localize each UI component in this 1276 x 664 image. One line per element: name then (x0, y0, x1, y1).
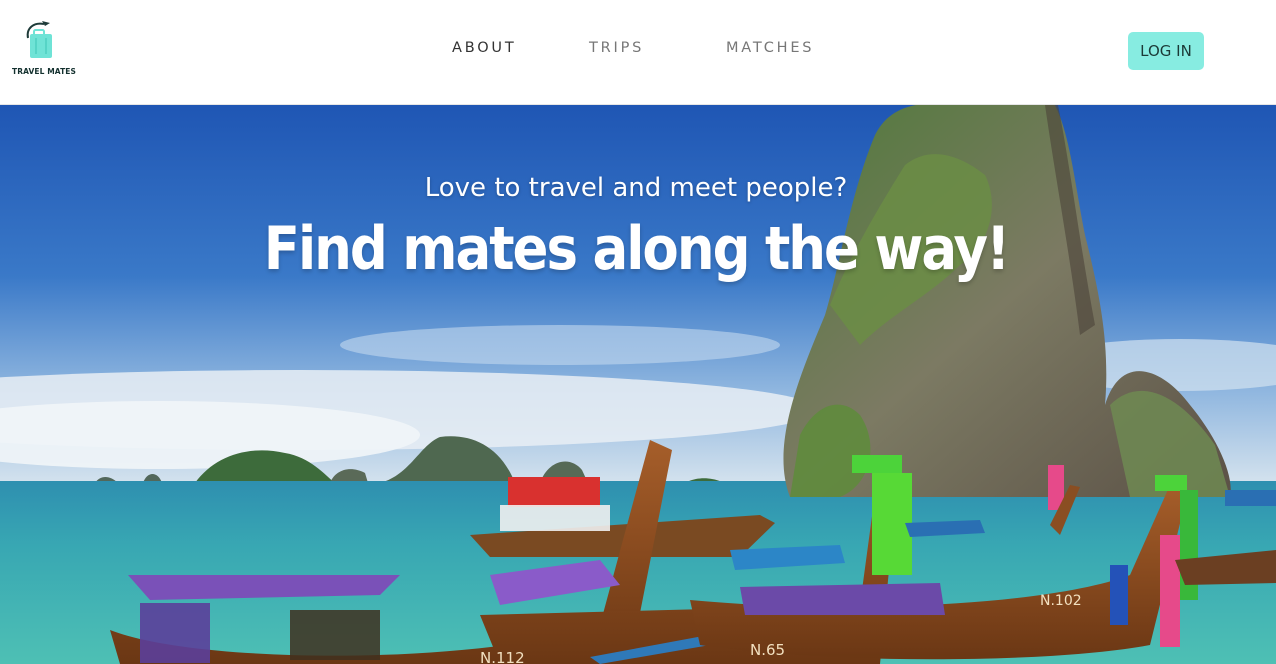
nav-trips[interactable]: TRIPS (589, 40, 644, 56)
hero-title: Find mates along the way! (263, 215, 1011, 284)
boat-label: N.102 (1040, 593, 1082, 609)
site-header: TRAVEL MATES ABOUT TRIPS MATCHES LOG IN (0, 0, 1276, 105)
hero-banner: N.112 N.65 N.102 Love to travel and meet… (0, 105, 1276, 664)
nav-matches[interactable]: MATCHES (726, 40, 814, 56)
main-nav: ABOUT TRIPS MATCHES (0, 40, 1276, 62)
nav-about[interactable]: ABOUT (452, 40, 517, 56)
boat-label: N.65 (750, 641, 785, 659)
hero-subtitle: Love to travel and meet people? (424, 173, 848, 203)
boat-label: N.112 (480, 649, 525, 664)
brand-name: TRAVEL MATES (12, 67, 77, 76)
login-button[interactable]: LOG IN (1128, 32, 1204, 70)
